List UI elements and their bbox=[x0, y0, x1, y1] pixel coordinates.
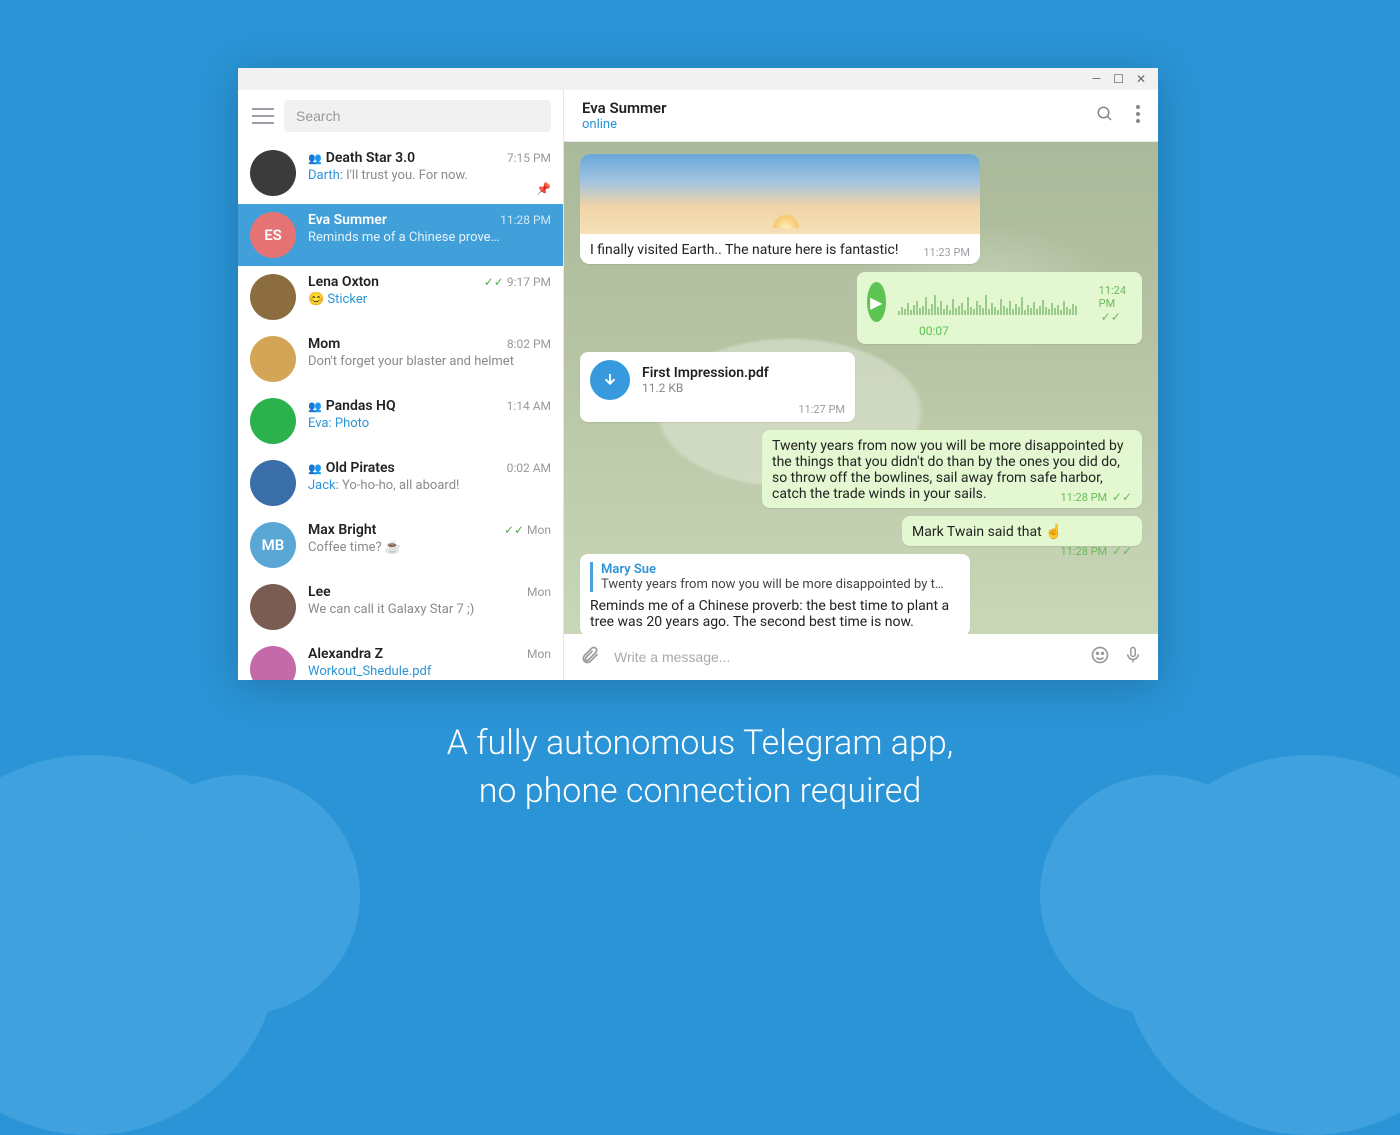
chat-title: Eva Summer bbox=[582, 99, 667, 117]
chat-time: Mon bbox=[527, 647, 551, 661]
sidebar: 👥Death Star 3.0 7:15 PM Darth: I'll trust … bbox=[238, 90, 564, 680]
message-list: I finally visited Earth.. The nature her… bbox=[564, 142, 1158, 634]
chat-header: Eva Summer online bbox=[564, 90, 1158, 142]
quote-text: Twenty years from now you will be more d… bbox=[601, 577, 960, 592]
image-caption: I finally visited Earth.. The nature her… bbox=[590, 242, 898, 258]
chat-snippet: Eva: Photo bbox=[308, 416, 551, 431]
chat-name: Lee bbox=[308, 584, 331, 600]
mic-icon[interactable] bbox=[1124, 645, 1142, 669]
quoted-message[interactable]: Mary Sue Twenty years from now you will … bbox=[590, 562, 960, 592]
message-time: 11:28 PM ✓✓ bbox=[1060, 544, 1132, 558]
chat-time: 8:02 PM bbox=[507, 337, 551, 351]
chat-snippet: 😊 Sticker bbox=[308, 292, 551, 307]
play-icon[interactable]: ▶ bbox=[867, 282, 886, 322]
chat-list-item[interactable]: Lee Mon We can call it Galaxy Star 7 ;) bbox=[238, 576, 563, 638]
avatar bbox=[250, 584, 296, 630]
chat-name: 👥Pandas HQ bbox=[308, 398, 396, 414]
message-time: 11:27 PM bbox=[798, 403, 845, 416]
chat-list-item[interactable]: Lena Oxton ✓✓ 9:17 PM 😊 Sticker bbox=[238, 266, 563, 328]
message-time: 11:28 PM ✓✓ bbox=[1060, 490, 1132, 504]
group-icon: 👥 bbox=[308, 462, 322, 475]
chat-list-item[interactable]: 👥Pandas HQ 1:14 AM Eva: Photo bbox=[238, 390, 563, 452]
chat-time: ✓✓ 9:17 PM bbox=[484, 275, 551, 289]
chat-list-item[interactable]: Mom 8:02 PM Don't forget your blaster and … bbox=[238, 328, 563, 390]
more-icon[interactable] bbox=[1136, 105, 1140, 127]
message-composer bbox=[564, 634, 1158, 680]
search-icon[interactable] bbox=[1096, 105, 1114, 127]
menu-icon[interactable] bbox=[252, 108, 274, 124]
avatar: MB bbox=[250, 522, 296, 568]
message-image[interactable]: I finally visited Earth.. The nature her… bbox=[580, 154, 980, 264]
chat-list-item[interactable]: Alexandra Z Mon Workout_Shedule.pdf bbox=[238, 638, 563, 680]
pin-icon: 📌 bbox=[536, 182, 551, 196]
group-icon: 👥 bbox=[308, 152, 322, 165]
avatar bbox=[250, 150, 296, 196]
search-input[interactable] bbox=[284, 100, 551, 132]
chat-time: 11:28 PM bbox=[500, 213, 551, 227]
maximize-button[interactable]: ☐ bbox=[1113, 72, 1124, 86]
chat-list-item[interactable]: 👥Old Pirates 0:02 AM Jack: Yo-ho-ho, all a… bbox=[238, 452, 563, 514]
app-window: — ☐ ✕ 👥Death Star 3.0 7:15 PM Darth: I'll … bbox=[238, 68, 1158, 680]
marketing-tagline: A fully autonomous Telegram app, no phon… bbox=[0, 720, 1400, 815]
chat-name: Alexandra Z bbox=[308, 646, 383, 662]
minimize-button[interactable]: — bbox=[1092, 72, 1101, 86]
avatar bbox=[250, 398, 296, 444]
chat-name: 👥Old Pirates bbox=[308, 460, 395, 476]
file-size: 11.2 KB bbox=[642, 381, 769, 395]
chat-name: Mom bbox=[308, 336, 340, 352]
chat-name: Eva Summer bbox=[308, 212, 387, 228]
quote-sender: Mary Sue bbox=[601, 562, 960, 577]
chat-list-item[interactable]: ES Eva Summer 11:28 PM Reminds me of a Chin… bbox=[238, 204, 563, 266]
close-button[interactable]: ✕ bbox=[1136, 72, 1146, 86]
group-icon: 👥 bbox=[308, 400, 322, 413]
avatar bbox=[250, 274, 296, 320]
file-name: First Impression.pdf bbox=[642, 365, 769, 381]
chat-list-item[interactable]: MB Max Bright ✓✓ Mon Coffee time? ☕ bbox=[238, 514, 563, 576]
message-input[interactable] bbox=[614, 649, 1076, 665]
voice-duration: 00:07 bbox=[919, 324, 949, 338]
avatar: ES bbox=[250, 212, 296, 258]
chat-snippet: Jack: Yo-ho-ho, all aboard! bbox=[308, 478, 551, 493]
chat-time: 1:14 AM bbox=[507, 399, 551, 413]
chat-time: Mon bbox=[527, 585, 551, 599]
avatar bbox=[250, 646, 296, 680]
message-text[interactable]: Mark Twain said that ☝️ 11:28 PM ✓✓ bbox=[902, 516, 1142, 546]
emoji-icon[interactable] bbox=[1090, 645, 1110, 669]
attach-icon[interactable] bbox=[580, 645, 600, 669]
chat-snippet: Coffee time? ☕ bbox=[308, 540, 551, 555]
chat-snippet: Workout_Shedule.pdf bbox=[308, 664, 551, 679]
avatar bbox=[250, 460, 296, 506]
voice-waveform[interactable] bbox=[898, 289, 1077, 315]
avatar bbox=[250, 336, 296, 382]
chat-pane: Eva Summer online I final bbox=[564, 90, 1158, 680]
window-titlebar: — ☐ ✕ bbox=[238, 68, 1158, 90]
chat-time: 0:02 AM bbox=[507, 461, 551, 475]
message-text[interactable]: Twenty years from now you will be more d… bbox=[762, 430, 1142, 508]
chat-time: ✓✓ Mon bbox=[504, 523, 551, 537]
message-voice[interactable]: ▶ 00:07 11:24 PM ✓✓ bbox=[857, 272, 1142, 344]
chat-name: Max Bright bbox=[308, 522, 376, 538]
message-time: 11:24 PM ✓✓ bbox=[1099, 284, 1132, 324]
chat-snippet: We can call it Galaxy Star 7 ;) bbox=[308, 602, 551, 617]
message-file[interactable]: First Impression.pdf 11.2 KB 11:27 PM bbox=[580, 352, 855, 422]
message-reply[interactable]: Mary Sue Twenty years from now you will … bbox=[580, 554, 970, 634]
chat-list: 👥Death Star 3.0 7:15 PM Darth: I'll trust … bbox=[238, 142, 563, 680]
chat-status: online bbox=[582, 117, 667, 132]
chat-time: 7:15 PM bbox=[507, 151, 551, 165]
chat-name: 👥Death Star 3.0 bbox=[308, 150, 415, 166]
chat-name: Lena Oxton bbox=[308, 274, 379, 290]
chat-snippet: Reminds me of a Chinese prove… bbox=[308, 230, 551, 245]
chat-snippet: Don't forget your blaster and helmet bbox=[308, 354, 551, 369]
download-icon[interactable] bbox=[590, 360, 630, 400]
message-time: 11:23 PM bbox=[923, 246, 970, 259]
chat-list-item[interactable]: 👥Death Star 3.0 7:15 PM Darth: I'll trust … bbox=[238, 142, 563, 204]
chat-snippet: Darth: I'll trust you. For now. bbox=[308, 168, 551, 183]
